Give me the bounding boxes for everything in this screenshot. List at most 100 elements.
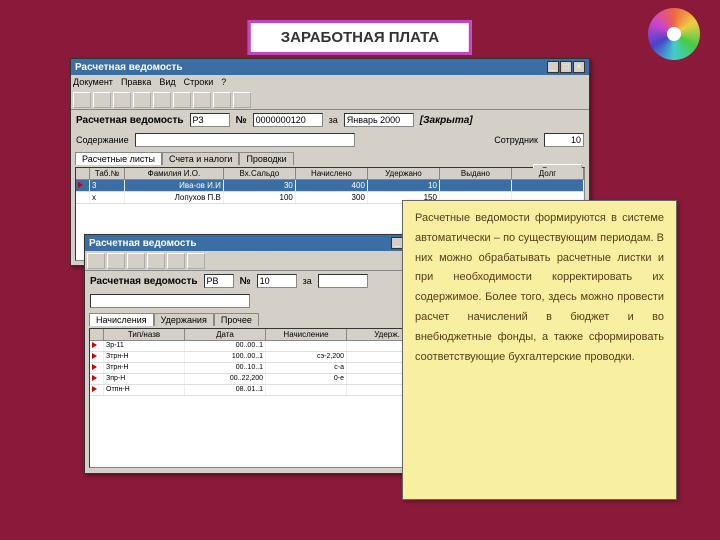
cell: 00..22,200	[185, 374, 266, 384]
toolbar-btn[interactable]	[93, 92, 111, 108]
cell: 00..00..1	[185, 341, 266, 351]
titlebar-detail[interactable]: Расчетная ведомость _ □ ×	[85, 235, 433, 251]
cell	[266, 341, 347, 351]
cell: 300	[296, 192, 368, 203]
toolbar-btn[interactable]	[87, 253, 105, 269]
desc-field[interactable]	[90, 294, 250, 308]
tabs-main: Расчетные листы Счета и налоги Проводки	[71, 150, 589, 165]
row-marker-icon	[90, 341, 104, 351]
cell: сэ-2,200	[266, 352, 347, 362]
table-row[interactable]: 3 Ива-ов И.И 30 400 10	[76, 180, 584, 192]
cell: 30	[224, 180, 296, 191]
desc-field[interactable]	[135, 133, 355, 147]
titlebar-main[interactable]: Расчетная ведомость _ □ ×	[71, 59, 589, 75]
cell	[440, 180, 512, 191]
cell: с-а	[266, 363, 347, 373]
tab-accruals[interactable]: Начисления	[89, 313, 154, 326]
row-marker-icon	[90, 385, 104, 395]
cell: Лопухов П.В	[125, 192, 224, 203]
cell: 100	[224, 192, 296, 203]
tabs-detail: Начисления Удержания Прочее	[85, 311, 433, 326]
row-marker-icon	[90, 374, 104, 384]
row-marker-icon	[78, 182, 83, 188]
window-title: Расчетная ведомость	[89, 238, 197, 249]
table-row[interactable]: Зр-1100..00..150,0	[90, 341, 428, 352]
col-typename[interactable]: Тип/назв	[104, 329, 185, 340]
close-icon[interactable]: ×	[573, 61, 585, 73]
menubar: Документ Правка Вид Строки ?	[71, 75, 589, 90]
cell: 3	[90, 180, 125, 191]
desc-label: Содержание	[76, 135, 129, 145]
period-field[interactable]	[344, 113, 414, 127]
tab-postings[interactable]: Проводки	[239, 152, 293, 165]
col-accr[interactable]: Начисление	[266, 329, 347, 340]
menu-doc[interactable]: Документ	[73, 77, 113, 88]
cell: Зтрн-Н	[104, 363, 185, 373]
staff-count-field[interactable]	[544, 133, 584, 147]
window-title: Расчетная ведомость	[75, 62, 183, 73]
cell: 0-е	[266, 374, 347, 384]
col-accrued[interactable]: Начислено	[296, 168, 368, 179]
col-paid[interactable]: Выдано	[440, 168, 512, 179]
period-field[interactable]	[318, 274, 368, 288]
toolbar-btn[interactable]	[167, 253, 185, 269]
toolbar-btn[interactable]	[213, 92, 231, 108]
menu-help[interactable]: ?	[221, 77, 226, 88]
table-row[interactable]: Зпр-Н00..22,2000-е50,0	[90, 374, 428, 385]
cell: 400	[296, 180, 368, 191]
menu-view[interactable]: Вид	[159, 77, 175, 88]
toolbar-btn[interactable]	[113, 92, 131, 108]
col-marker	[90, 329, 104, 340]
col-date[interactable]: Дата	[185, 329, 266, 340]
cell	[512, 180, 584, 191]
table-row[interactable]: Отпн-Н08..01..140,0	[90, 385, 428, 396]
col-withheld[interactable]: Удержано	[368, 168, 440, 179]
toolbar-detail	[85, 251, 433, 271]
date-label: за	[303, 276, 312, 286]
cell: Зр-11	[104, 341, 185, 351]
cell: 10	[368, 180, 440, 191]
col-balance[interactable]: Вх.Сальдо	[224, 168, 296, 179]
doc-number-field[interactable]	[257, 274, 297, 288]
tab-accounts[interactable]: Счета и налоги	[162, 152, 240, 165]
toolbar-btn[interactable]	[187, 253, 205, 269]
tab-payroll[interactable]: Расчетные листы	[75, 152, 162, 165]
tab-other[interactable]: Прочее	[214, 313, 259, 326]
maximize-icon[interactable]: □	[560, 61, 572, 73]
date-label: за	[329, 115, 338, 125]
cell: Ива-ов И.И	[125, 180, 224, 191]
toolbar-btn[interactable]	[147, 253, 165, 269]
cd-icon	[648, 8, 700, 60]
menu-lines[interactable]: Строки	[184, 77, 214, 88]
col-debt[interactable]: Долг	[512, 168, 584, 179]
toolbar-btn[interactable]	[193, 92, 211, 108]
table-row[interactable]: Зтрн-Н00..10..1с-а50,0	[90, 363, 428, 374]
menu-edit[interactable]: Правка	[121, 77, 151, 88]
toolbar-btn[interactable]	[153, 92, 171, 108]
doc-type-field[interactable]	[190, 113, 230, 127]
doc-number-field[interactable]	[253, 113, 323, 127]
minimize-icon[interactable]: _	[547, 61, 559, 73]
doc-type-field[interactable]	[204, 274, 234, 288]
col-name[interactable]: Фамилия И.О.	[125, 168, 224, 179]
row-marker-icon	[90, 363, 104, 373]
doc-type-label: Расчетная ведомость	[90, 276, 198, 287]
cell: 00..10..1	[185, 363, 266, 373]
toolbar-btn[interactable]	[233, 92, 251, 108]
grid-detail[interactable]: Тип/назв Дата Начисление Удерж. Зр-1100.…	[89, 328, 429, 468]
tab-deductions[interactable]: Удержания	[154, 313, 214, 326]
toolbar-btn[interactable]	[173, 92, 191, 108]
toolbar-btn[interactable]	[127, 253, 145, 269]
slide-title: ЗАРАБОТНАЯ ПЛАТА	[248, 20, 472, 55]
cell: 100..00..1	[185, 352, 266, 362]
staff-label: Сотрудник	[494, 135, 538, 145]
toolbar-btn[interactable]	[107, 253, 125, 269]
table-row[interactable]: Зтрн-Н100..00..1сэ-2,200130,0	[90, 352, 428, 363]
toolbar-btn[interactable]	[133, 92, 151, 108]
toolbar-btn[interactable]	[73, 92, 91, 108]
cell: 08..01..1	[185, 385, 266, 395]
col-marker	[76, 168, 90, 179]
description-panel: Расчетные ведомости формируются в систем…	[402, 200, 677, 500]
col-tabno[interactable]: Таб.№	[90, 168, 125, 179]
doc-type-label: Расчетная ведомость	[76, 115, 184, 126]
